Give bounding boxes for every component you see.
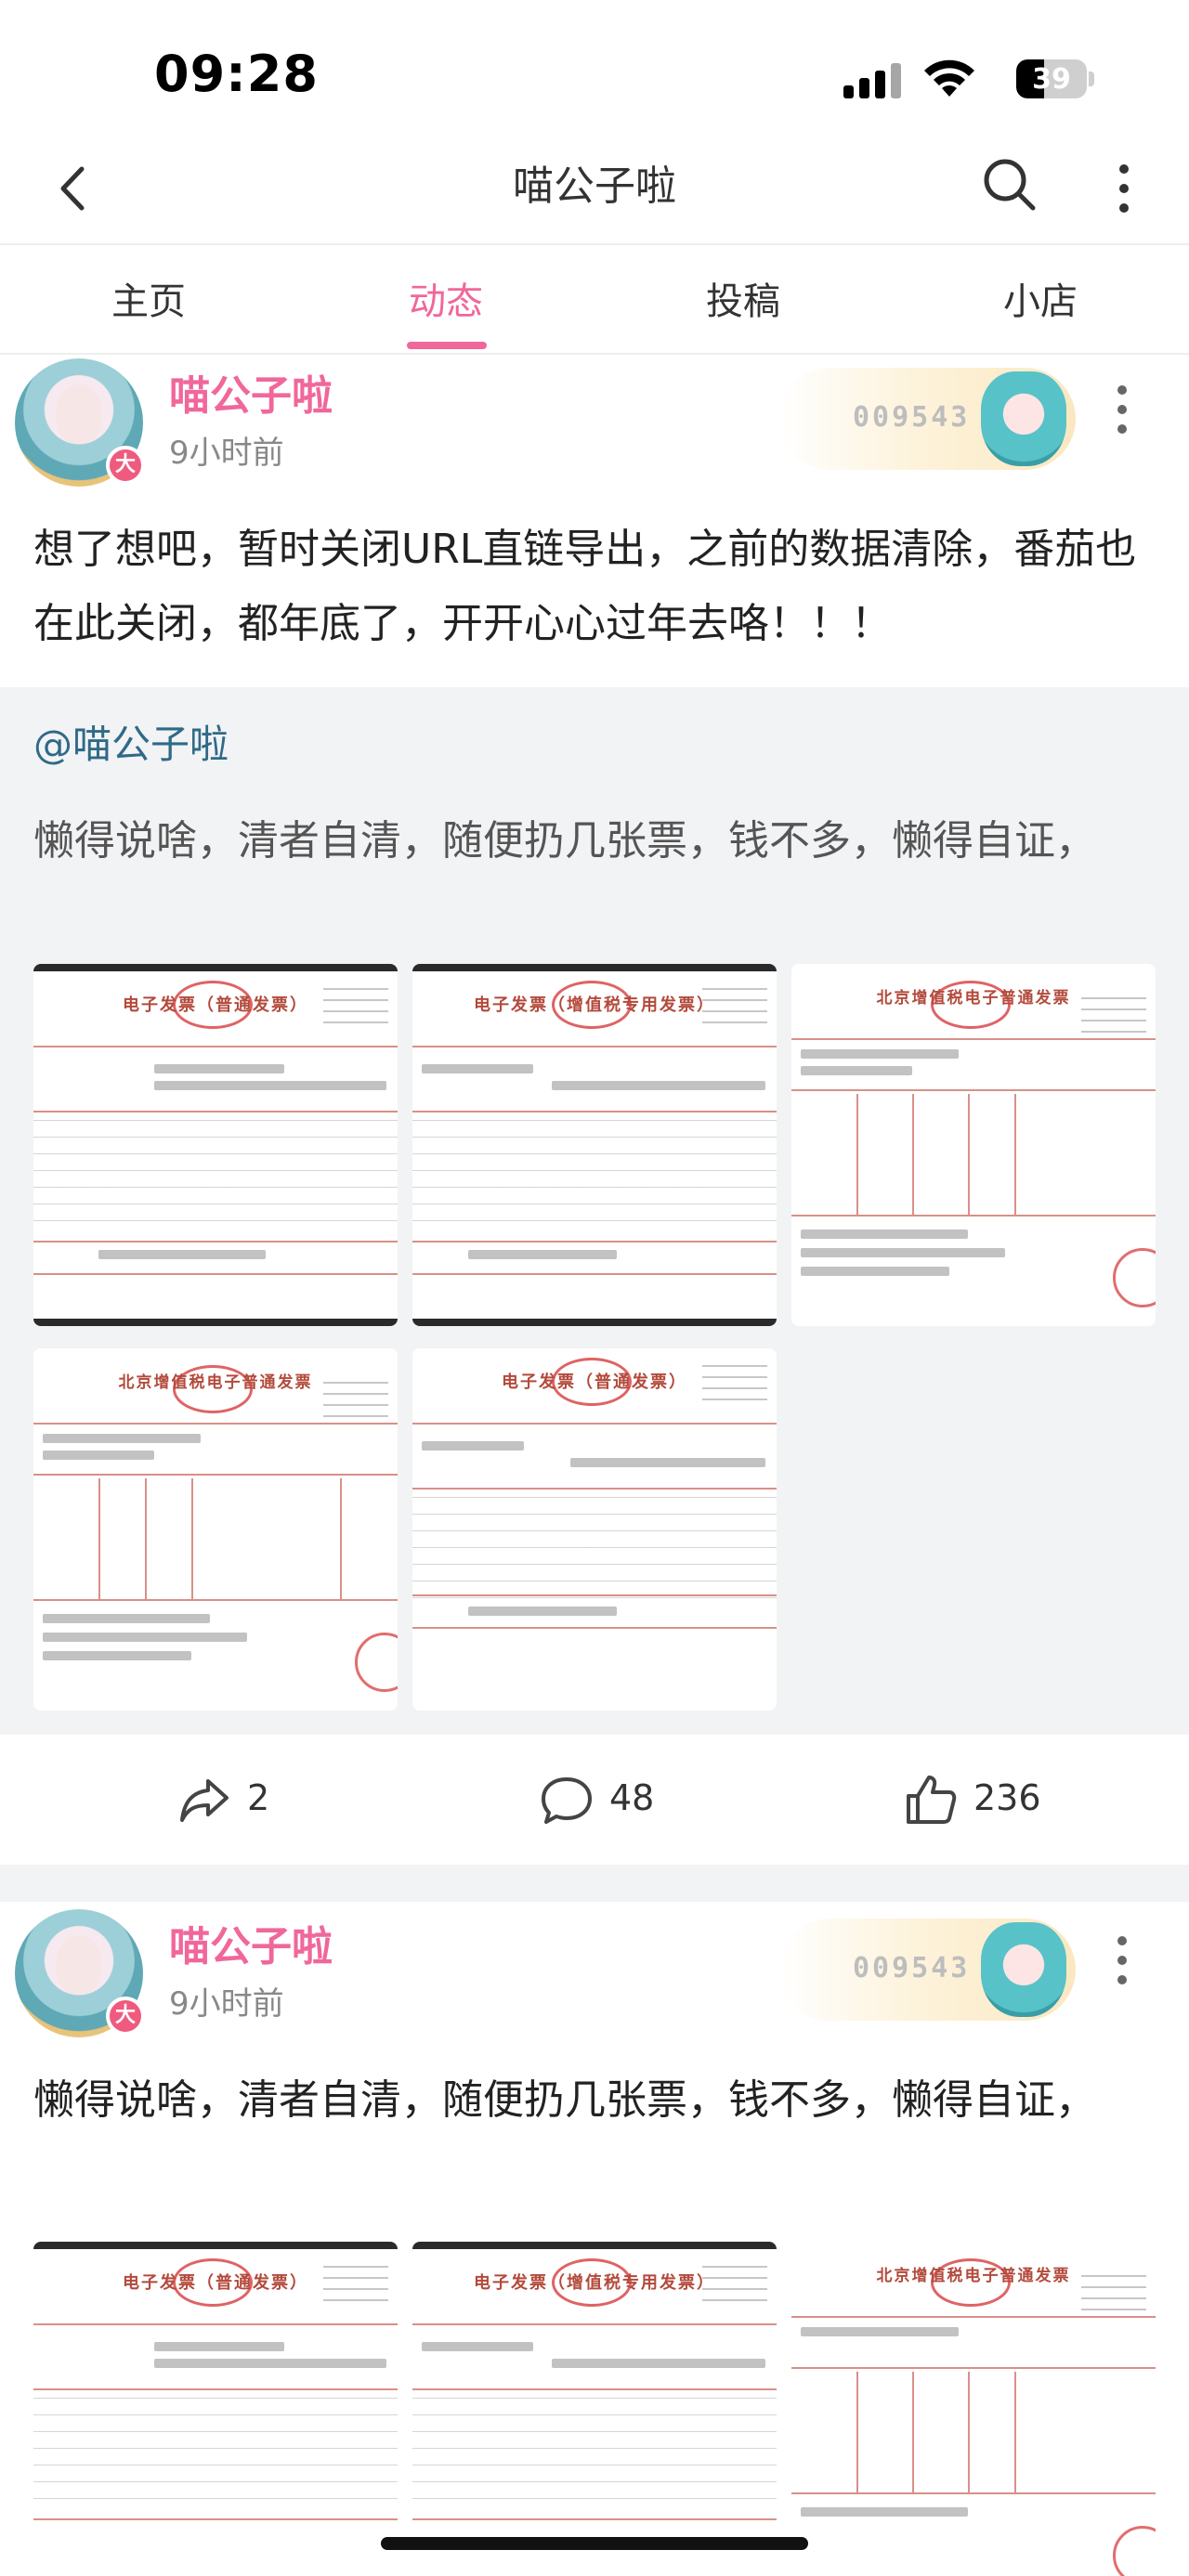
post-text: 想了想吧，暂时关闭URL直链导出，之前的数据清除，番茄也在此关闭，都年底了，开开…	[33, 526, 1137, 647]
comment-count: 48	[609, 1777, 655, 1818]
active-tab-indicator	[407, 342, 487, 349]
invoice-image[interactable]: 电子发票（增值税专用发票）	[412, 964, 777, 1326]
nav-bar: 喵公子啦	[0, 139, 1189, 243]
post-header: 大 喵公子啦 9小时前 009543	[0, 1909, 1189, 2049]
fan-badge-number: 009543	[853, 1952, 971, 1984]
tab-home[interactable]: 主页	[46, 271, 251, 325]
comment-button[interactable]: 48	[539, 1772, 669, 1828]
post-time: 9小时前	[169, 435, 284, 472]
post-header: 大 喵公子啦 9小时前 009543	[0, 358, 1189, 498]
status-time: 09:28	[154, 45, 319, 103]
home-indicator[interactable]	[381, 2537, 808, 2550]
fan-badge-character	[981, 371, 1066, 466]
battery-level: 39	[1032, 63, 1071, 96]
invoice-image[interactable]: 电子发票（普通发票）	[33, 964, 398, 1326]
invoice-image[interactable]: 北京增值税电子普通发票	[791, 964, 1156, 1326]
invoice-meta	[702, 988, 767, 1025]
signal-icon	[843, 61, 901, 98]
fan-badge[interactable]: 009543	[778, 1919, 1076, 2021]
battery-tip	[1089, 72, 1094, 86]
share-icon	[180, 1779, 229, 1822]
tab-bar: 主页 动态 投稿 小店	[0, 243, 1189, 355]
tab-contribute[interactable]: 投稿	[641, 271, 845, 325]
invoice-meta	[1081, 997, 1146, 1034]
invoice-image[interactable]: 北京增值税电子普通发票	[791, 2242, 1156, 2576]
battery-icon: 39	[1016, 59, 1087, 98]
like-count: 236	[973, 1777, 1041, 1818]
like-icon	[907, 1776, 957, 1824]
invoice-image[interactable]: 电子发票（增值税专用发票）	[412, 2242, 777, 2576]
avatar-badge: 大	[106, 1997, 145, 2036]
invoice-meta	[702, 1365, 767, 1402]
invoice-meta	[323, 2266, 388, 2303]
invoice-seal	[355, 1633, 398, 1692]
post-time: 9小时前	[169, 1985, 284, 2023]
search-icon[interactable]	[977, 152, 1042, 217]
tab-shop[interactable]: 小店	[938, 271, 1143, 325]
share-button[interactable]: 2	[176, 1772, 288, 1828]
fan-badge-number: 009543	[853, 401, 971, 434]
avatar[interactable]: 大	[15, 358, 145, 487]
more-icon[interactable]	[1105, 156, 1143, 221]
author-name[interactable]: 喵公子啦	[169, 1913, 333, 1972]
avatar-face	[56, 384, 102, 444]
like-button[interactable]: 236	[903, 1772, 1052, 1828]
avatar-badge: 大	[106, 446, 145, 485]
fan-badge[interactable]: 009543	[778, 368, 1076, 470]
invoice-image[interactable]: 电子发票（普通发票）	[33, 2242, 398, 2576]
repost-card[interactable]: @喵公子啦 懒得说啥，清者自清，随便扔几张票，钱不多，懒得自证， 电子发票（普通…	[0, 687, 1189, 1735]
avatar-face	[56, 1935, 102, 1995]
repost-text: 懒得说啥，清者自清，随便扔几张票，钱不多，懒得自证，	[33, 817, 1096, 865]
post-more-icon[interactable]	[1104, 1928, 1141, 1993]
tab-dynamic[interactable]: 动态	[344, 271, 548, 325]
invoice-meta	[702, 2266, 767, 2303]
status-bar: 09:28 39	[0, 0, 1189, 139]
avatar[interactable]: 大	[15, 1909, 145, 2037]
fan-badge-character	[981, 1922, 1066, 2017]
invoice-meta	[323, 988, 388, 1025]
invoice-meta	[1081, 2275, 1146, 2312]
comment-icon	[542, 1777, 592, 1824]
post-actions: 2 48 236	[0, 1735, 1189, 1865]
post-more-icon[interactable]	[1104, 377, 1141, 442]
invoice-seal	[1113, 2526, 1156, 2576]
invoice-seal	[1113, 1248, 1156, 1308]
mention-link[interactable]: @喵公子啦	[33, 713, 229, 770]
author-name[interactable]: 喵公子啦	[169, 362, 333, 422]
invoice-image[interactable]: 北京增值税电子普通发票	[33, 1348, 398, 1711]
invoice-image[interactable]: 电子发票（普通发票）	[412, 1348, 777, 1711]
invoice-meta	[323, 1382, 388, 1419]
wifi-icon	[924, 59, 974, 97]
post-divider	[0, 1865, 1189, 1902]
post-text: 懒得说啥，清者自清，随便扔几张票，钱不多，懒得自证，	[33, 2076, 1096, 2124]
share-count: 2	[247, 1777, 270, 1818]
